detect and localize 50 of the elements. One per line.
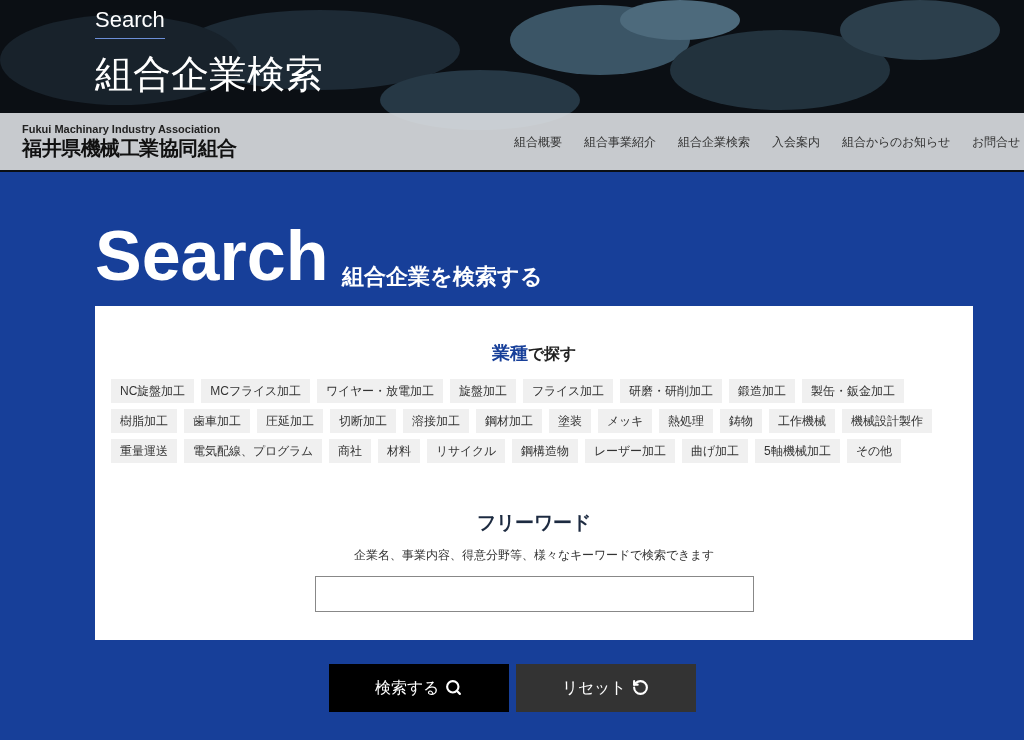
category-tag[interactable]: 熱処理 [659,409,713,433]
category-tag[interactable]: MCフライス加工 [201,379,310,403]
category-tag[interactable]: フライス加工 [523,379,613,403]
nav-link[interactable]: 組合事業紹介 [584,132,656,151]
brand-subtitle[interactable]: Fukui Machinary Industry Association [22,123,237,136]
hero-eyebrow: Search [95,6,165,39]
category-tag[interactable]: 工作機械 [769,409,835,433]
category-tag[interactable]: 鍛造加工 [729,379,795,403]
category-tag[interactable]: 樹脂加工 [111,409,177,433]
hero-title: 組合企業検索 [95,52,323,97]
category-tag[interactable]: 重量運送 [111,439,177,463]
nav-link[interactable]: 入会案内 [772,132,820,151]
category-tag[interactable]: 商社 [329,439,371,463]
category-tag[interactable]: 鋼材加工 [476,409,542,433]
category-tag[interactable]: 曲げ加工 [682,439,748,463]
category-tag[interactable]: 塗装 [549,409,591,433]
category-tag[interactable]: 旋盤加工 [450,379,516,403]
nav-link[interactable]: 組合企業検索 [678,132,750,151]
category-tag[interactable]: 研磨・研削加工 [620,379,722,403]
category-tag[interactable]: 鋼構造物 [512,439,578,463]
reset-icon [632,679,649,696]
freeword-input[interactable] [314,575,754,612]
category-heading: 業種で探す [492,342,576,365]
category-tag[interactable]: 圧延加工 [257,409,323,433]
category-tag[interactable]: NC旋盤加工 [111,379,195,403]
category-tag[interactable]: 5軸機械加工 [755,439,840,463]
category-tag[interactable]: 材料 [378,439,420,463]
freeword-description: 企業名、事業内容、得意分野等、様々なキーワードで検索できます [354,546,714,564]
brand-name[interactable]: 福井県機械工業協同組合 [22,136,237,160]
nav-link[interactable]: 組合からのお知らせ [842,132,950,151]
section-title: Search [95,220,329,292]
category-tag[interactable]: リサイクル [427,439,505,463]
nav-link[interactable]: お問合せ [972,132,1020,151]
category-tag[interactable]: レーザー加工 [585,439,675,463]
reset-button[interactable]: リセット [515,663,696,712]
freeword-title: フリーワード [477,511,591,535]
category-tag[interactable]: 溶接加工 [403,409,469,433]
category-tag[interactable]: ワイヤー・放電加工 [317,379,443,403]
search-button[interactable]: 検索する [328,663,509,712]
nav-link[interactable]: 組合概要 [514,132,562,151]
section-subtitle: 組合企業を検索する [342,263,544,291]
category-tag[interactable]: メッキ [598,409,652,433]
category-tag[interactable]: 切断加工 [330,409,396,433]
category-tag[interactable]: 鋳物 [720,409,762,433]
category-tag[interactable]: 電気配線、プログラム [184,439,322,463]
search-icon [445,679,462,696]
category-tag[interactable]: その他 [846,439,901,463]
category-tag[interactable]: 歯車加工 [184,409,250,433]
category-tag[interactable]: 製缶・鈑金加工 [802,379,904,403]
category-tag[interactable]: 機械設計製作 [842,409,932,433]
